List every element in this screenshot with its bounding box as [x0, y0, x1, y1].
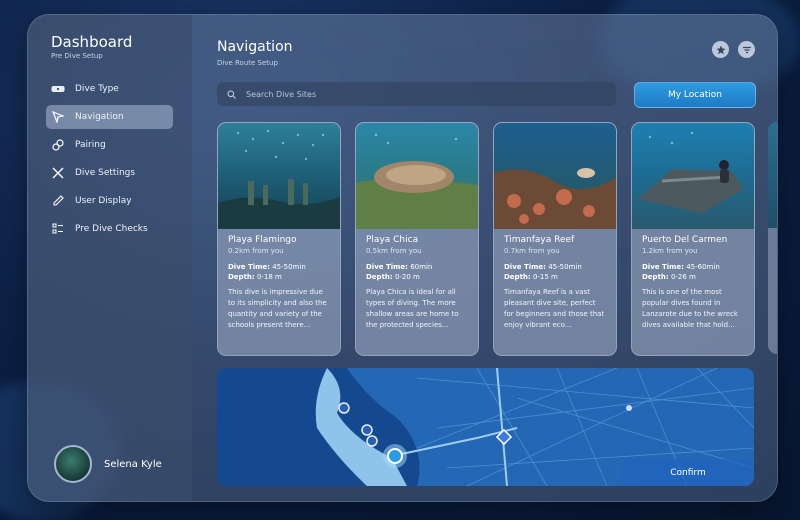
dive-site-distance: 0.2km from you [228, 247, 284, 255]
dive-site-description: This dive is impressive due to its simpl… [228, 288, 327, 329]
depth-label: Depth: [228, 273, 255, 281]
dive-site-name: Playa Chica [366, 235, 419, 245]
tools-icon [51, 166, 65, 180]
user-profile[interactable]: Selena Kyle [54, 445, 162, 483]
dive-site-image [356, 123, 478, 229]
depth-label: Depth: [366, 273, 393, 281]
confirm-button[interactable]: Confirm [622, 459, 754, 486]
goggles-icon [51, 82, 65, 96]
depth-label: Depth: [504, 273, 531, 281]
sidebar-item-label: Pre Dive Checks [75, 224, 148, 234]
depth-value: 0-26 m [670, 273, 696, 281]
star-icon [716, 40, 726, 59]
sidebar-item-navigation[interactable]: Navigation [46, 105, 173, 129]
sidebar: Dashboard Pre Dive Setup Dive Type Navig… [28, 15, 192, 501]
depth-label: Depth: [642, 273, 669, 281]
sidebar-item-label: Dive Type [75, 84, 119, 94]
user-name: Selena Kyle [104, 458, 162, 470]
page-subtitle: Dive Route Setup [217, 59, 278, 67]
filter-icon [742, 40, 752, 59]
sidebar-item-label: User Display [75, 196, 132, 206]
link-icon [51, 138, 65, 152]
sidebar-item-label: Pairing [75, 140, 106, 150]
sidebar-title: Dashboard [51, 33, 133, 51]
dive-time-value: 45-50min [548, 263, 582, 271]
search-bar[interactable] [217, 82, 616, 106]
sidebar-item-dive-settings[interactable]: Dive Settings [46, 161, 173, 185]
dive-site-image [494, 123, 616, 229]
sidebar-item-pre-dive-checks[interactable]: Pre Dive Checks [46, 217, 173, 241]
dive-time-value: 60min [410, 263, 433, 271]
sidebar-item-dive-type[interactable]: Dive Type [46, 77, 173, 101]
dive-site-image [632, 123, 754, 229]
avatar[interactable] [54, 445, 92, 483]
dive-site-name: Puerto Del Carmen [642, 235, 728, 245]
dive-site-name: Playa Flamingo [228, 235, 297, 245]
main-panel: Navigation Dive Route Setup My Location [192, 15, 777, 501]
filter-button[interactable] [738, 41, 755, 58]
favorites-button[interactable] [712, 41, 729, 58]
dive-site-distance: 0.5km from you [366, 247, 422, 255]
pen-icon [51, 194, 65, 208]
dive-site-image [218, 123, 340, 229]
dive-site-description: Timanfaya Reef is a vast pleasant dive s… [504, 288, 605, 329]
dive-site-description: This is one of the most popular dives fo… [642, 288, 738, 329]
dive-time-label: Dive Time: [366, 263, 408, 271]
dive-site-card[interactable]: Timanfaya Reef 0.7km from you Dive Time:… [493, 122, 617, 356]
dive-site-description: Playa Chica is ideal for all types of di… [366, 288, 459, 329]
route-map[interactable]: Confirm [217, 368, 754, 486]
depth-value: 0-20 m [394, 273, 420, 281]
my-location-button[interactable]: My Location [634, 82, 756, 108]
dive-time-value: 45-60min [686, 263, 720, 271]
sidebar-subtitle: Pre Dive Setup [51, 52, 103, 60]
dive-site-card-partial[interactable] [768, 122, 777, 354]
search-input[interactable] [244, 88, 608, 100]
dive-site-distance: 0.7km from you [504, 247, 560, 255]
depth-value: 0-15 m [532, 273, 558, 281]
checklist-icon [51, 222, 65, 236]
page-title: Navigation [217, 39, 293, 55]
sidebar-item-user-display[interactable]: User Display [46, 189, 173, 213]
dive-site-card[interactable]: Playa Chica 0.5km from you Dive Time: 60… [355, 122, 479, 356]
dive-site-distance: 1.2km from you [642, 247, 698, 255]
dive-site-card[interactable]: Puerto Del Carmen 1.2km from you Dive Ti… [631, 122, 755, 356]
sidebar-item-label: Navigation [75, 112, 124, 122]
dive-site-card[interactable]: Playa Flamingo 0.2km from you Dive Time:… [217, 122, 341, 356]
dive-time-label: Dive Time: [228, 263, 270, 271]
sidebar-item-label: Dive Settings [75, 168, 136, 178]
dive-time-label: Dive Time: [504, 263, 546, 271]
cursor-arrow-icon [51, 110, 65, 124]
sidebar-item-pairing[interactable]: Pairing [46, 133, 173, 157]
dive-time-value: 45-50min [272, 263, 306, 271]
search-icon [227, 90, 236, 99]
dive-site-name: Timanfaya Reef [504, 235, 575, 245]
app-window: Dashboard Pre Dive Setup Dive Type Navig… [27, 14, 778, 502]
depth-value: 0-18 m [256, 273, 282, 281]
dive-time-label: Dive Time: [642, 263, 684, 271]
